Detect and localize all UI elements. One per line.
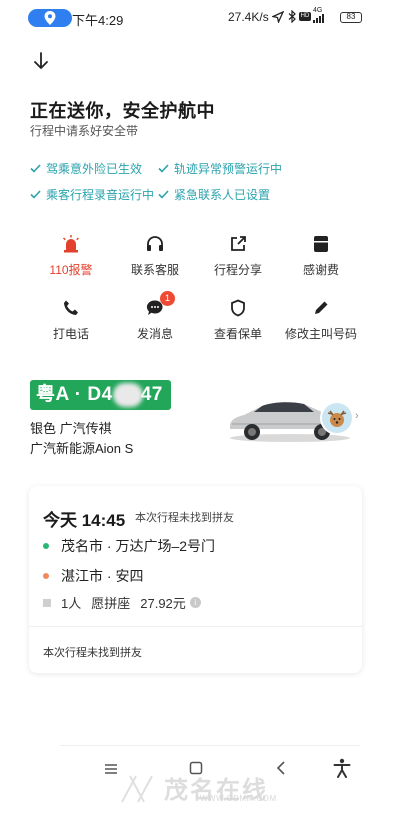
contact-service-button[interactable]: 联系客服 [110,233,200,278]
alarm-light-icon [63,235,79,253]
nav-divider [60,745,360,746]
phone-icon [64,300,78,315]
check-label: 乘客行程录音运行中 [46,188,155,202]
check-emergency-contact: 紧急联系人已设置 [158,186,270,203]
car-model: 广汽新能源Aion S [30,441,134,456]
carpool-mode: 愿拼座 [91,596,131,611]
destination-dot [43,573,49,579]
menu-icon[interactable] [104,763,118,775]
battery-indicator: 83 [340,12,362,23]
plate-prefix: 粤A · D4 [36,384,113,405]
check-insurance: 驾乘意外险已生效 [30,160,142,177]
site-watermark: 茂名在线 WWW.GDMM.COM [118,770,308,808]
tip-button[interactable]: 感谢费 [276,233,366,278]
accessibility-icon[interactable] [333,758,351,778]
price-info-icon[interactable]: i [189,597,201,608]
trip-meta: 1人 愿拼座 27.92元 i [43,593,201,612]
action-label: 110报警 [49,263,93,277]
driver-detail-chevron-icon[interactable]: › [355,410,359,422]
card-footer-note: 本次行程未找到拼友 [43,647,142,659]
send-message-button[interactable]: 1 发消息 [110,291,200,342]
unread-badge: 1 [160,291,175,306]
check-label: 驾乘意外险已生效 [46,162,143,176]
action-label: 打电话 [52,327,89,341]
location-pin-icon [44,11,56,25]
plate-suffix: 47 [140,384,163,405]
location-indicator [28,9,72,27]
action-label: 行程分享 [213,263,262,277]
action-label: 联系客服 [130,263,179,277]
page-subtitle: 行程中请系好安全带 [30,124,139,138]
navigation-icon [272,11,284,23]
trip-card: 今天 14:45 本次行程未找到拼友 茂名市 · 万达广场–2号门 湛江市 · … [29,486,362,673]
car-color-brand: 银色 广汽传祺 [30,421,112,436]
action-label: 查看保单 [213,327,262,341]
trip-destination: 湛江市 · 安四 [43,566,143,586]
collapse-arrow-icon[interactable] [30,50,52,72]
action-label: 感谢费 [302,263,339,277]
trip-note: 本次行程未找到拼友 [135,512,234,524]
passenger-count: 1人 [61,596,82,611]
check-label: 轨迹异常预警运行中 [174,162,283,176]
share-icon [231,236,246,251]
action-label: 修改主叫号码 [284,327,357,341]
shield-icon [231,299,245,317]
status-bar: 下午4:29 27.4K/s HD 4G 83 [0,0,413,34]
hd-icon: HD [299,12,311,21]
deer-avatar-icon [327,410,347,427]
check-icon [158,164,169,173]
watermark-logo-icon [121,775,153,803]
signal-icon [313,14,324,23]
seat-icon [43,598,51,607]
action-label: 发消息 [136,327,173,341]
watermark-url: WWW.GDMM.COM [200,794,277,803]
plate-redaction [113,383,143,407]
headset-icon [147,236,163,251]
card-divider [29,626,362,627]
edit-caller-number-button[interactable]: 修改主叫号码 [276,297,366,342]
check-icon [30,190,41,199]
origin-label: 茂名市 · 万达广场–2号门 [61,538,216,554]
driver-avatar[interactable] [320,401,354,435]
status-time: 下午4:29 [72,13,124,28]
network-type: 4G [313,7,323,14]
destination-label: 湛江市 · 安四 [61,568,144,584]
trip-origin: 茂名市 · 万达广场–2号门 [43,536,215,556]
check-recording: 乘客行程录音运行中 [30,186,154,203]
pencil-icon [315,301,328,314]
check-icon [30,164,41,173]
net-speed: 27.4K/s [228,10,269,24]
call-police-button[interactable]: 110报警 [26,233,116,278]
license-plate: 粤A · D4 47 [30,380,171,410]
check-label: 紧急联系人已设置 [174,188,271,202]
share-trip-button[interactable]: 行程分享 [193,233,283,278]
trip-time: 今天 14:45 [43,511,126,530]
check-track: 轨迹异常预警运行中 [158,160,282,177]
view-policy-button[interactable]: 查看保单 [193,297,283,342]
origin-dot [43,543,49,549]
page-title: 正在送你，安全护航中 [30,101,215,121]
trip-price: 27.92元 [140,596,186,611]
phone-call-button[interactable]: 打电话 [26,297,116,342]
check-icon [158,190,169,199]
bluetooth-icon [288,10,296,23]
tip-icon [314,236,328,252]
